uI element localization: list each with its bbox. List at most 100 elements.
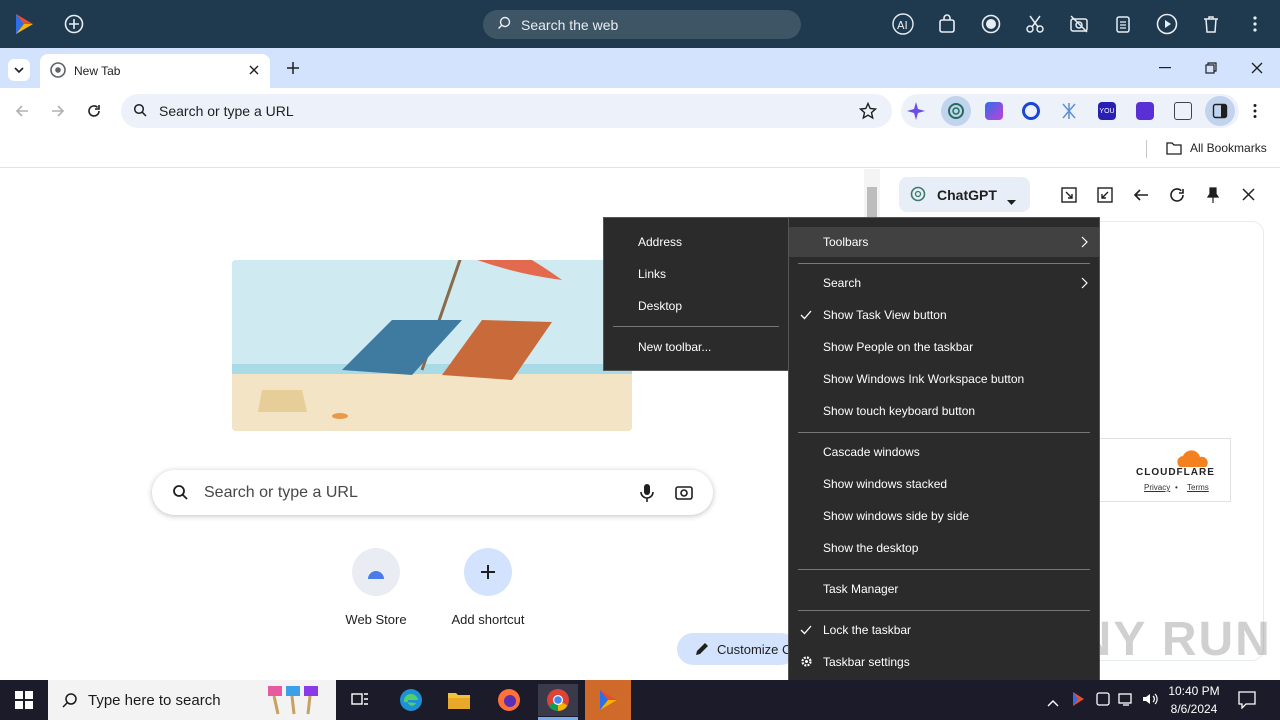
- open-in-window-icon[interactable]: [1061, 187, 1077, 208]
- menu-item-side-by-side[interactable]: Show windows side by side: [789, 501, 1099, 531]
- svg-text:AI: AI: [897, 19, 908, 32]
- menu-item-touch-keyboard[interactable]: Show touch keyboard button: [789, 396, 1099, 426]
- chatgpt-title: ChatGPT: [937, 186, 997, 203]
- chatgpt-selector[interactable]: ChatGPT: [899, 177, 1030, 212]
- submenu-item-address[interactable]: Address: [604, 227, 789, 257]
- back-arrow-icon[interactable]: [1133, 187, 1149, 208]
- compare-extension-icon[interactable]: [1174, 102, 1192, 120]
- taskbar-clock[interactable]: 10:40 PM 8/6/2024: [1164, 682, 1224, 718]
- menu-item-stacked[interactable]: Show windows stacked: [789, 469, 1099, 499]
- play-icon[interactable]: [1155, 12, 1179, 36]
- address-bar[interactable]: Search or type a URL: [121, 94, 892, 128]
- edge-icon[interactable]: [391, 684, 431, 716]
- taskbar-search-input[interactable]: Type here to search: [48, 680, 336, 720]
- network-icon[interactable]: [1118, 692, 1134, 711]
- sparkle-extension-icon[interactable]: [907, 102, 925, 120]
- menu-separator: [798, 610, 1090, 611]
- close-tab-icon[interactable]: [248, 64, 260, 79]
- menu-item-lock-taskbar[interactable]: Lock the taskbar: [789, 615, 1099, 645]
- clipboard-icon[interactable]: [1111, 12, 1135, 36]
- chrome-taskbar-icon[interactable]: [538, 684, 578, 716]
- microphone-icon[interactable]: [640, 483, 654, 508]
- submenu-item-desktop[interactable]: Desktop: [604, 291, 789, 321]
- network-extension-icon[interactable]: [1060, 102, 1078, 120]
- reload-icon[interactable]: [86, 103, 102, 124]
- firefox-icon[interactable]: [489, 684, 529, 716]
- cs-extension-icon[interactable]: [1136, 102, 1154, 120]
- app-logo-icon[interactable]: [12, 12, 36, 36]
- copilot-extension-icon[interactable]: [985, 102, 1003, 120]
- web-search-input[interactable]: Search the web: [483, 10, 801, 39]
- side-panel-icon[interactable]: [1205, 96, 1235, 126]
- link-separator: •: [1175, 483, 1178, 492]
- chevron-up-icon[interactable]: [1047, 694, 1059, 712]
- file-explorer-icon[interactable]: [439, 684, 479, 716]
- close-panel-icon[interactable]: [1242, 188, 1255, 206]
- menu-separator: [798, 569, 1090, 570]
- menu-item-taskbar-settings[interactable]: Taskbar settings: [789, 647, 1099, 677]
- chatgpt-extension-icon[interactable]: [941, 96, 971, 126]
- customize-button[interactable]: Customize C: [677, 633, 797, 665]
- tab-title: New Tab: [74, 64, 121, 78]
- search-icon: [62, 692, 78, 712]
- volume-icon[interactable]: [1142, 692, 1158, 711]
- minimize-icon[interactable]: [1156, 59, 1174, 77]
- submenu-item-links[interactable]: Links: [604, 259, 789, 289]
- menu-item-task-view[interactable]: Show Task View button: [789, 300, 1099, 330]
- submenu-item-new-toolbar[interactable]: New toolbar...: [604, 332, 789, 362]
- notifications-icon[interactable]: [1238, 691, 1256, 714]
- new-tab-icon[interactable]: [284, 59, 302, 77]
- task-view-icon[interactable]: [340, 684, 380, 716]
- scrollbar-thumb[interactable]: [867, 187, 877, 217]
- ntp-search-input[interactable]: Search or type a URL: [152, 470, 713, 515]
- tab-search-chevron-icon[interactable]: [8, 59, 30, 81]
- browser-menu-icon[interactable]: [1252, 103, 1258, 124]
- scissors-icon[interactable]: [1023, 12, 1047, 36]
- search-icon: [133, 103, 147, 120]
- search-icon: [172, 484, 188, 505]
- shortcut-add[interactable]: Add shortcut: [433, 548, 543, 627]
- menu-item-task-manager[interactable]: Task Manager: [789, 574, 1099, 604]
- windows-start-icon[interactable]: [4, 684, 44, 716]
- all-bookmarks-link[interactable]: All Bookmarks: [1190, 141, 1267, 155]
- beach-doodle-image: [232, 260, 632, 431]
- tray-app-icon[interactable]: [1070, 691, 1086, 712]
- shopping-bag-icon[interactable]: [935, 12, 959, 36]
- shortcut-label: Add shortcut: [451, 612, 525, 627]
- restore-icon[interactable]: [1202, 59, 1220, 77]
- tray-device-icon[interactable]: [1096, 692, 1110, 711]
- menu-item-toolbars[interactable]: Toolbars: [789, 227, 1099, 257]
- menu-separator: [798, 263, 1090, 264]
- menu-item-search[interactable]: Search: [789, 268, 1099, 298]
- tab-new-tab[interactable]: New Tab: [40, 54, 270, 88]
- more-vertical-icon[interactable]: [1243, 12, 1267, 36]
- shortcut-web-store[interactable]: Web Store: [321, 548, 431, 627]
- clock-date: 8/6/2024: [1170, 702, 1218, 716]
- menu-item-show-desktop[interactable]: Show the desktop: [789, 533, 1099, 563]
- menu-item-cascade[interactable]: Cascade windows: [789, 437, 1099, 467]
- pin-icon[interactable]: [1206, 187, 1220, 208]
- folder-icon: [1166, 141, 1182, 160]
- privacy-link[interactable]: Privacy: [1144, 483, 1170, 492]
- refresh-icon[interactable]: [1169, 187, 1185, 208]
- back-icon[interactable]: [14, 103, 30, 124]
- cloudflare-brand: CLOUDFLARE: [1136, 467, 1215, 478]
- close-window-icon[interactable]: [1248, 59, 1266, 77]
- menu-item-ink-workspace[interactable]: Show Windows Ink Workspace button: [789, 364, 1099, 394]
- menu-item-people[interactable]: Show People on the taskbar: [789, 332, 1099, 362]
- you-extension-icon[interactable]: YOU: [1098, 102, 1116, 120]
- record-icon[interactable]: [979, 12, 1003, 36]
- bookmark-star-icon[interactable]: [858, 101, 878, 123]
- terms-link[interactable]: Terms: [1187, 483, 1209, 492]
- ai-icon[interactable]: AI: [891, 12, 915, 36]
- circle-extension-icon[interactable]: [1022, 102, 1040, 120]
- browser-app-taskbar-icon[interactable]: [585, 680, 631, 720]
- camera-search-icon[interactable]: [675, 484, 693, 505]
- trash-icon[interactable]: [1199, 12, 1223, 36]
- forward-icon[interactable]: [50, 103, 66, 124]
- dropdown-caret-icon: [1007, 192, 1016, 208]
- expand-icon[interactable]: [1097, 187, 1113, 208]
- chrome-favicon-icon: [50, 61, 66, 81]
- camera-off-icon[interactable]: [1067, 12, 1091, 36]
- new-item-icon[interactable]: [62, 12, 86, 36]
